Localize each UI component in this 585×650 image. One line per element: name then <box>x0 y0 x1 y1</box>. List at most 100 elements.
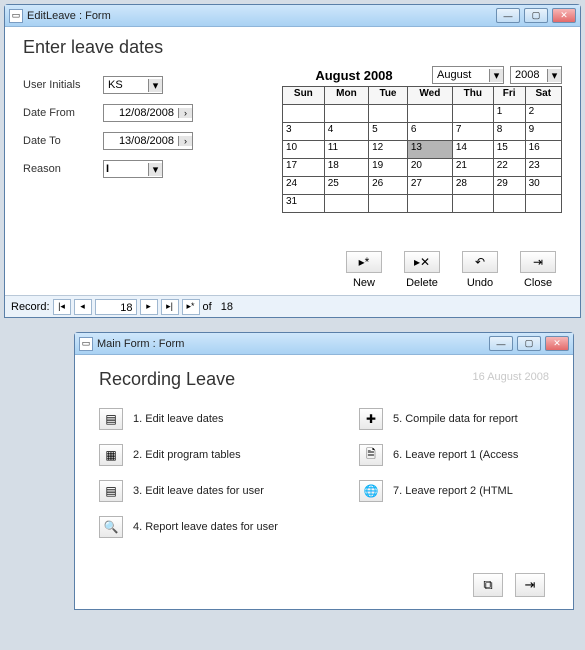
undo-button[interactable]: ↶ <box>462 251 498 273</box>
nav-next-button[interactable]: ▸ <box>140 299 158 315</box>
close-label: Close <box>514 277 562 289</box>
calendar-day[interactable]: 9 <box>525 123 561 141</box>
record-number-input[interactable]: 18 <box>95 299 137 315</box>
calendar-day[interactable]: 25 <box>324 177 368 195</box>
calendar-day[interactable]: 2 <box>525 105 561 123</box>
nav-new-button[interactable]: ▸* <box>182 299 200 315</box>
close-form-button[interactable]: ⇥ <box>520 251 556 273</box>
menu-item[interactable]: ▦2. Edit program tables <box>99 444 359 466</box>
calendar-day[interactable]: 27 <box>407 177 452 195</box>
page-title: Enter leave dates <box>23 37 562 58</box>
new-button[interactable]: ▸* <box>346 251 382 273</box>
calendar-day[interactable]: 29 <box>493 177 525 195</box>
titlebar[interactable]: ▭ Main Form : Form — ▢ ✕ <box>75 333 573 355</box>
calendar-day[interactable]: 4 <box>324 123 368 141</box>
calendar-day[interactable]: 23 <box>525 159 561 177</box>
menu-item-icon: ✚ <box>359 408 383 430</box>
user-initials-label: User Initials <box>23 79 103 91</box>
calendar-day[interactable]: 19 <box>369 159 408 177</box>
record-navigator: Record: |◂ ◂ 18 ▸ ▸| ▸* of 18 <box>5 295 580 317</box>
calendar-header: Tue <box>369 87 408 105</box>
calendar-day[interactable]: 31 <box>283 195 325 213</box>
calendar-day[interactable]: 15 <box>493 141 525 159</box>
calendar-day[interactable]: 28 <box>452 177 493 195</box>
date-picker-icon[interactable]: › <box>178 108 192 118</box>
menu-item[interactable]: ▤3. Edit leave dates for user <box>99 480 359 502</box>
calendar-day[interactable]: 13 <box>407 141 452 159</box>
calendar-header: Sat <box>525 87 561 105</box>
menu-item-icon: ▦ <box>99 444 123 466</box>
calendar-day[interactable]: 1 <box>493 105 525 123</box>
form-icon: ▭ <box>9 9 23 23</box>
calendar-day[interactable]: 14 <box>452 141 493 159</box>
menu-item-icon: ▤ <box>99 480 123 502</box>
calendar-header: Mon <box>324 87 368 105</box>
calendar-day[interactable]: 8 <box>493 123 525 141</box>
menu-item-label: 1. Edit leave dates <box>133 413 224 425</box>
close-button[interactable]: ✕ <box>552 8 576 23</box>
calendar-day <box>369 105 408 123</box>
calendar-day[interactable]: 5 <box>369 123 408 141</box>
date-from-input[interactable]: 12/08/2008 › <box>103 104 193 122</box>
menu-item[interactable]: 🔍4. Report leave dates for user <box>99 516 359 538</box>
calendar-day[interactable]: 26 <box>369 177 408 195</box>
copy-button[interactable]: ⧉ <box>473 573 503 597</box>
close-button[interactable]: ✕ <box>545 336 569 351</box>
month-select[interactable]: August ▾ <box>432 66 504 84</box>
calendar-day <box>452 105 493 123</box>
calendar-day[interactable]: 16 <box>525 141 561 159</box>
menu-item[interactable]: ▤1. Edit leave dates <box>99 408 359 430</box>
menu-item[interactable]: 🗎6. Leave report 1 (Access <box>359 444 579 466</box>
reason-combo[interactable]: I ▾ <box>103 160 163 178</box>
calendar-day <box>283 105 325 123</box>
minimize-button[interactable]: — <box>489 336 513 351</box>
menu-item-label: 5. Compile data for report <box>393 413 518 425</box>
menu-item[interactable]: 🌐7. Leave report 2 (HTML <box>359 480 579 502</box>
calendar-day[interactable]: 22 <box>493 159 525 177</box>
date-to-label: Date To <box>23 135 103 147</box>
calendar-day[interactable]: 24 <box>283 177 325 195</box>
calendar-day <box>525 195 561 213</box>
menu-item-label: 4. Report leave dates for user <box>133 521 278 533</box>
titlebar[interactable]: ▭ EditLeave : Form — ▢ ✕ <box>5 5 580 27</box>
maximize-button[interactable]: ▢ <box>517 336 541 351</box>
calendar-day[interactable]: 17 <box>283 159 325 177</box>
calendar-header: Thu <box>452 87 493 105</box>
editleave-window: ▭ EditLeave : Form — ▢ ✕ Enter leave dat… <box>4 4 581 318</box>
calendar-grid[interactable]: SunMonTueWedThuFriSat 123456789101112131… <box>282 86 562 213</box>
calendar-title: August 2008 <box>282 68 426 83</box>
calendar-day[interactable]: 3 <box>283 123 325 141</box>
calendar-day[interactable]: 12 <box>369 141 408 159</box>
calendar-day[interactable]: 21 <box>452 159 493 177</box>
calendar-day[interactable]: 30 <box>525 177 561 195</box>
calendar-day[interactable]: 7 <box>452 123 493 141</box>
chevron-down-icon[interactable]: ▾ <box>489 69 503 82</box>
calendar-day[interactable]: 20 <box>407 159 452 177</box>
date-picker-icon[interactable]: › <box>178 136 192 146</box>
calendar-day[interactable]: 10 <box>283 141 325 159</box>
chevron-down-icon[interactable]: ▾ <box>148 79 162 92</box>
year-select[interactable]: 2008 ▾ <box>510 66 562 84</box>
menu-item-label: 6. Leave report 1 (Access <box>393 449 518 461</box>
calendar-day[interactable]: 18 <box>324 159 368 177</box>
chevron-down-icon[interactable]: ▾ <box>148 163 162 176</box>
calendar-day <box>407 195 452 213</box>
chevron-down-icon[interactable]: ▾ <box>547 69 561 82</box>
nav-first-button[interactable]: |◂ <box>53 299 71 315</box>
calendar-day[interactable]: 6 <box>407 123 452 141</box>
nav-prev-button[interactable]: ◂ <box>74 299 92 315</box>
nav-last-button[interactable]: ▸| <box>161 299 179 315</box>
delete-label: Delete <box>398 277 446 289</box>
calendar-day[interactable]: 11 <box>324 141 368 159</box>
delete-button[interactable]: ▸✕ <box>404 251 440 273</box>
menu-item[interactable]: ✚ 5. Compile data for report <box>359 408 579 430</box>
window-title: EditLeave : Form <box>27 10 111 22</box>
calendar-day <box>324 105 368 123</box>
calendar-day <box>493 195 525 213</box>
user-initials-combo[interactable]: KS ▾ <box>103 76 163 94</box>
date-to-input[interactable]: 13/08/2008 › <box>103 132 193 150</box>
calendar-day <box>324 195 368 213</box>
maximize-button[interactable]: ▢ <box>524 8 548 23</box>
exit-button[interactable]: ⇥ <box>515 573 545 597</box>
minimize-button[interactable]: — <box>496 8 520 23</box>
